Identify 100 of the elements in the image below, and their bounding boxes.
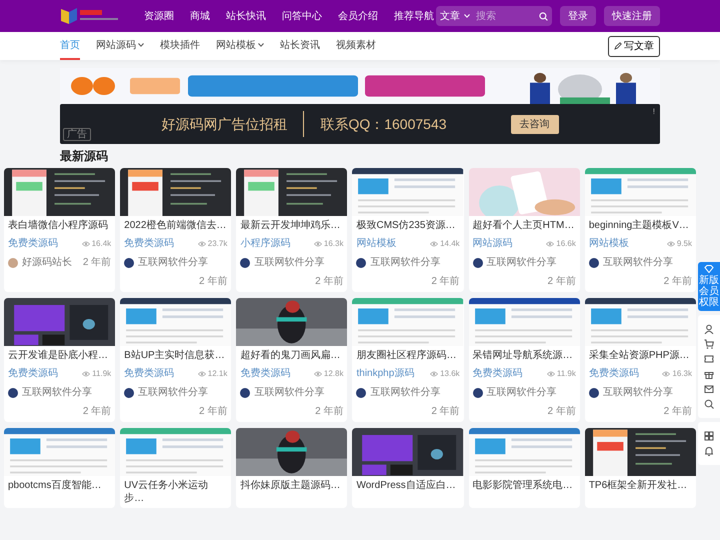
write-button[interactable]: 写文章 [608,36,660,56]
register-button[interactable]: 快速注册 [604,6,660,26]
card-title[interactable]: 2022橙色前端微信去… [124,219,228,232]
post-time: 2 年前 [547,275,576,289]
gift-icon[interactable] [704,369,714,379]
author-name: 互联网软件分享 [486,386,557,400]
author-name: 互联网软件分享 [370,256,440,270]
nav-tab[interactable]: 网站源码 [96,32,144,60]
post-time: 2 年前 [547,405,576,419]
view-count: 12.1k [208,368,228,380]
pen-icon [614,42,622,50]
card-title[interactable]: 电影影院管理系统电… [472,479,576,492]
card-title[interactable]: 云开发谁是卧底小程… [8,349,112,362]
card-title[interactable]: 表白墙微信小程序源码 [8,219,112,232]
card-title[interactable]: 最新云开发坤坤鸡乐… [240,219,344,232]
nav-link-item[interactable]: 商城 [190,8,210,24]
nav-tab[interactable]: 网站模板 [216,32,264,60]
eye-icon [430,240,438,246]
post-time: 2 年前 [431,275,460,289]
view-count: 13.6k [440,368,460,380]
logo-icon [60,6,120,26]
card-title[interactable]: UV云任务小米运动步… [124,479,228,505]
member-promo[interactable]: 新版会员权限 [698,262,720,311]
info-mark: ! [652,106,655,118]
diamond-icon [704,265,714,273]
cart-icon[interactable] [704,339,714,349]
category-link[interactable]: 免费类源码 [8,366,58,381]
card-title[interactable]: beginning主题模板V… [588,219,692,232]
view-count: 12.8k [324,368,344,380]
category-link[interactable]: 网站模板 [356,236,396,251]
caret-icon [464,14,470,18]
post-time: 2 年前 [315,275,344,289]
view-count: 11.9k [556,368,576,380]
view-count: 16.3k [672,368,692,380]
category-link[interactable]: 免费类源码 [472,366,523,381]
post-time: 2 年前 [431,405,460,419]
view-count: 16.3k [324,238,344,250]
eye-icon [314,370,322,376]
user-icon[interactable] [704,324,714,334]
card-title[interactable]: pbootcms百度智能… [8,479,112,492]
author-name: 互联网软件分享 [138,386,208,400]
author-name: 好源码站长 [22,256,72,270]
nav-link-item[interactable]: 资源圈 [144,8,174,24]
eye-icon [662,370,670,376]
avatar [356,258,366,268]
card-title[interactable]: 超好看个人主页HTM… [472,219,576,232]
post-time: 2 年前 [198,405,228,419]
avatar [124,258,134,268]
author-name: 互联网软件分享 [138,256,208,270]
avatar [588,388,599,398]
card-title[interactable]: 呆错网址导航系统源… [472,349,576,362]
post-time: 2 年前 [664,275,692,289]
eye-icon [546,240,554,246]
author-name: 互联网软件分享 [602,386,673,400]
avatar [472,388,483,398]
category-link[interactable]: 网站模板 [588,236,629,251]
card-title[interactable]: B站UP主实时信息获… [124,349,228,362]
consult-button[interactable]: 去咨询 [510,114,559,134]
avatar [8,388,18,398]
mail-icon[interactable] [704,384,714,394]
post-time: 2 年前 [664,405,692,419]
avatar [356,388,366,398]
login-button[interactable]: 登录 [560,6,596,26]
section-title: 最新源码 [60,148,109,165]
avatar [240,388,250,398]
ad-text: 好源码网广告位招租 [161,114,288,134]
ticket-icon[interactable] [704,354,714,364]
eye-icon [198,240,206,246]
nav-tab[interactable]: 视频素材 [336,32,376,60]
nav-link-item[interactable]: 推荐导航 [394,8,434,24]
card-title[interactable]: 极致CMS仿235资源… [356,219,460,232]
avatar [472,258,483,268]
card-title[interactable]: WordPress自适应白… [356,479,460,492]
card-title[interactable]: 采集全站资源PHP源… [588,349,692,362]
eye-icon [546,370,555,376]
scope-dropdown[interactable]: 文章 [436,8,474,24]
author-name: 互联网软件分享 [254,386,324,400]
search-field[interactable]: 文章 搜索 [436,6,552,26]
bell-icon[interactable] [704,446,714,456]
author-name: 互联网软件分享 [370,386,440,400]
nav-link-item[interactable]: 站长快讯 [226,8,266,24]
nav-link-item[interactable]: 会员介绍 [338,8,378,24]
avatar [240,258,250,268]
category-link[interactable]: 免费类源码 [8,236,58,251]
view-count: 11.9k [92,368,112,380]
category-link[interactable]: 免费类源码 [124,366,174,381]
card-title[interactable]: 抖你妹原版主题源码… [240,479,344,492]
grid-icon[interactable] [704,431,714,441]
card-title[interactable]: 朋友圈社区程序源码… [356,349,460,362]
author-name: 互联网软件分享 [602,256,673,270]
view-count: 9.5k [676,238,692,250]
nav-link-item[interactable]: 问答中心 [282,8,322,24]
nav-tab[interactable]: 站长资讯 [280,32,320,60]
category-link[interactable]: 免费类源码 [124,236,174,251]
ad-tag: 广告 [63,128,91,141]
search-icon[interactable] [704,399,714,409]
card-title[interactable]: TP6框架全新开发社… [588,479,692,492]
nav-tab[interactable]: 模块插件 [160,32,200,60]
card-title[interactable]: 超好看的鬼刀画风扁… [240,349,344,362]
post-time: 2 年前 [82,405,112,419]
